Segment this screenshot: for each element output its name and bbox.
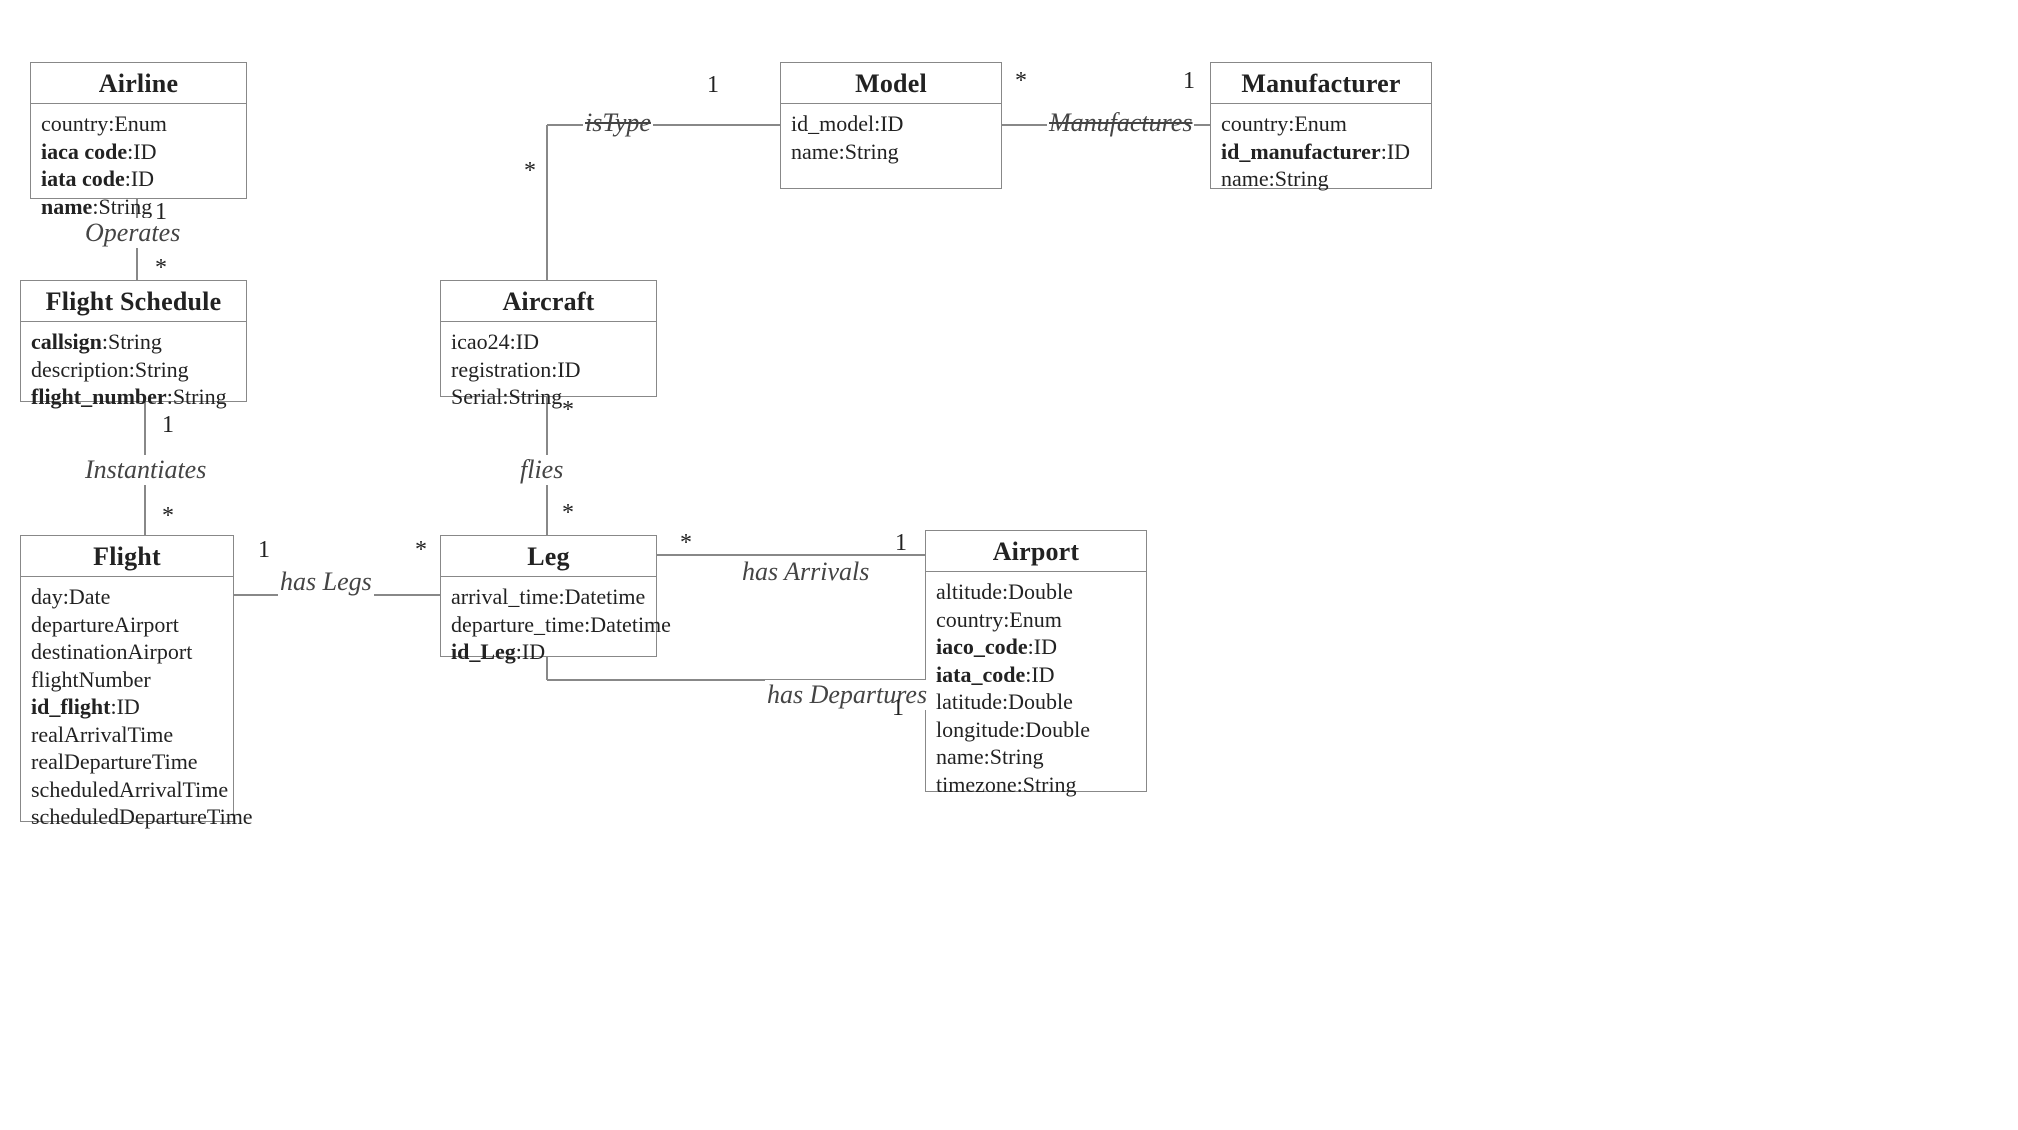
rel-operates-m1: 1 bbox=[155, 199, 167, 226]
rel-hasarrivals-m2: 1 bbox=[895, 530, 907, 557]
entity-attr: flight_number:String bbox=[31, 383, 236, 411]
entity-title: Airport bbox=[926, 531, 1146, 572]
rel-manufactures-m2: 1 bbox=[1183, 68, 1195, 95]
entity-attr: scheduledArrivalTime bbox=[31, 776, 223, 804]
entity-attr: name:String bbox=[791, 138, 991, 166]
entity-attr: altitude:Double bbox=[936, 578, 1136, 606]
entity-attr: scheduledDepartureTime bbox=[31, 803, 223, 831]
entity-attr: country:Enum bbox=[936, 606, 1136, 634]
entity-attrs: callsign:Stringdescription:Stringflight_… bbox=[21, 322, 246, 421]
rel-instantiates-m1: 1 bbox=[162, 412, 174, 439]
entity-title: Leg bbox=[441, 536, 656, 577]
entity-manufacturer: Manufacturer country:Enumid_manufacturer… bbox=[1210, 62, 1432, 189]
entity-airport: Airport altitude:Doublecountry:Enumiaco_… bbox=[925, 530, 1147, 792]
rel-flies-m1: * bbox=[562, 397, 574, 424]
entity-attr: iata code:ID bbox=[41, 165, 236, 193]
rel-haslegs-m2: * bbox=[415, 537, 427, 564]
rel-hasdepartures-label: has Departures bbox=[765, 680, 929, 710]
rel-hasarrivals-m1: * bbox=[680, 530, 692, 557]
rel-haslegs-m1: 1 bbox=[258, 537, 270, 564]
rel-istype-label: isType bbox=[583, 108, 653, 138]
entity-attrs: icao24:IDregistration:IDSerial:String bbox=[441, 322, 656, 421]
rel-hasarrivals-label: has Arrivals bbox=[740, 557, 871, 587]
entity-attrs: id_model:IDname:String bbox=[781, 104, 1001, 175]
entity-attr: id_manufacturer:ID bbox=[1221, 138, 1421, 166]
rel-istype-m2: 1 bbox=[707, 72, 719, 99]
entity-attr: arrival_time:Datetime bbox=[451, 583, 646, 611]
entity-attr: Serial:String bbox=[451, 383, 646, 411]
entity-attr: name:String bbox=[1221, 165, 1421, 193]
entity-attr: longitude:Double bbox=[936, 716, 1136, 744]
entity-flight-schedule: Flight Schedule callsign:Stringdescripti… bbox=[20, 280, 247, 402]
rel-manufactures-label: Manufactures bbox=[1047, 108, 1194, 138]
entity-aircraft: Aircraft icao24:IDregistration:IDSerial:… bbox=[440, 280, 657, 397]
entity-attr: realArrivalTime bbox=[31, 721, 223, 749]
entity-attr: icao24:ID bbox=[451, 328, 646, 356]
entity-title: Manufacturer bbox=[1211, 63, 1431, 104]
entity-attr: departure_time:Datetime bbox=[451, 611, 646, 639]
uml-canvas: Airline country:Enumiaca code:IDiata cod… bbox=[0, 0, 2018, 1130]
entity-title: Aircraft bbox=[441, 281, 656, 322]
entity-attr: destinationAirport bbox=[31, 638, 223, 666]
rel-flies-m2: * bbox=[562, 500, 574, 527]
entity-attr: flightNumber bbox=[31, 666, 223, 694]
entity-attrs: country:Enumiaca code:IDiata code:IDname… bbox=[31, 104, 246, 230]
rel-flies-label: flies bbox=[518, 455, 565, 485]
entity-title: Flight Schedule bbox=[21, 281, 246, 322]
entity-attr: iata_code:ID bbox=[936, 661, 1136, 689]
entity-attr: latitude:Double bbox=[936, 688, 1136, 716]
entity-attr: id_Leg:ID bbox=[451, 638, 646, 666]
rel-instantiates-label: Instantiates bbox=[83, 455, 208, 485]
entity-attr: departureAirport bbox=[31, 611, 223, 639]
rel-instantiates-m2: * bbox=[162, 503, 174, 530]
entity-attrs: arrival_time:Datetimedeparture_time:Date… bbox=[441, 577, 656, 676]
entity-flight: Flight day:DatedepartureAirportdestinati… bbox=[20, 535, 234, 822]
rel-istype-m1: * bbox=[524, 158, 536, 185]
entity-attr: country:Enum bbox=[1221, 110, 1421, 138]
entity-attr: registration:ID bbox=[451, 356, 646, 384]
entity-title: Model bbox=[781, 63, 1001, 104]
entity-attr: description:String bbox=[31, 356, 236, 384]
entity-attr: timezone:String bbox=[936, 771, 1136, 799]
rel-operates-label: Operates bbox=[83, 218, 182, 248]
entity-airline: Airline country:Enumiaca code:IDiata cod… bbox=[30, 62, 247, 199]
rel-haslegs-label: has Legs bbox=[278, 567, 374, 597]
entity-attr: id_model:ID bbox=[791, 110, 991, 138]
entity-title: Flight bbox=[21, 536, 233, 577]
entity-attr: name:String bbox=[41, 193, 236, 221]
entity-attr: country:Enum bbox=[41, 110, 236, 138]
entity-attrs: altitude:Doublecountry:Enumiaco_code:IDi… bbox=[926, 572, 1146, 808]
rel-hasdepartures-m2: 1 bbox=[892, 695, 904, 722]
entity-attrs: country:Enumid_manufacturer:IDname:Strin… bbox=[1211, 104, 1431, 203]
entity-attr: callsign:String bbox=[31, 328, 236, 356]
entity-title: Airline bbox=[31, 63, 246, 104]
entity-attr: realDepartureTime bbox=[31, 748, 223, 776]
entity-attr: name:String bbox=[936, 743, 1136, 771]
entity-attr: iaca code:ID bbox=[41, 138, 236, 166]
entity-attr: day:Date bbox=[31, 583, 223, 611]
entity-attr: iaco_code:ID bbox=[936, 633, 1136, 661]
rel-operates-m2: * bbox=[155, 255, 167, 282]
entity-attr: id_flight:ID bbox=[31, 693, 223, 721]
rel-manufactures-m1: * bbox=[1015, 68, 1027, 95]
entity-leg: Leg arrival_time:Datetimedeparture_time:… bbox=[440, 535, 657, 657]
entity-attrs: day:DatedepartureAirportdestinationAirpo… bbox=[21, 577, 233, 841]
entity-model: Model id_model:IDname:String bbox=[780, 62, 1002, 189]
